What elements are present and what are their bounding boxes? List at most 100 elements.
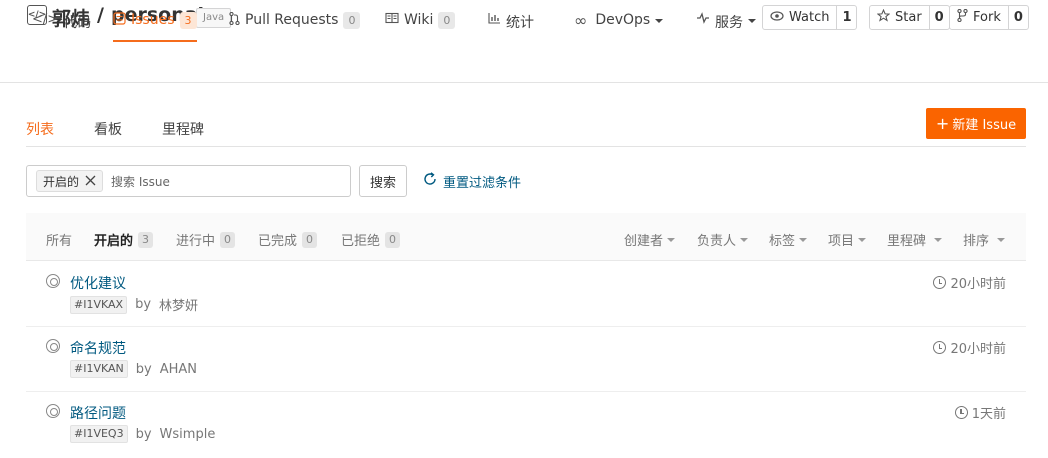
- issue-row[interactable]: 路径问题 #I1VEQ3 by Wsimple 1天前: [26, 392, 1026, 457]
- filter-chip-open[interactable]: 开启的: [36, 170, 104, 192]
- issue-search-box[interactable]: 开启的 搜索 Issue: [26, 165, 351, 197]
- tab-services[interactable]: 服务: [696, 12, 756, 42]
- filter-tab-all[interactable]: 所有: [46, 230, 72, 249]
- tab-statistics[interactable]: 统计: [488, 12, 534, 42]
- reset-filters-label: 重置过滤条件: [443, 175, 522, 191]
- tab-pull-requests[interactable]: Pull Requests 0: [229, 11, 361, 42]
- fork-label: Fork: [973, 10, 1001, 25]
- filter-project-dropdown[interactable]: 项目: [828, 230, 867, 249]
- close-icon[interactable]: [85, 174, 96, 189]
- tab-issues[interactable]: Issues 3: [113, 12, 197, 42]
- chevron-down-icon: [748, 19, 756, 23]
- watch-count[interactable]: 1: [836, 6, 856, 29]
- tab-issues-label: Issues: [131, 12, 175, 28]
- filter-creator-label: 创建者: [624, 234, 664, 249]
- reset-filters-link[interactable]: 重置过滤条件: [422, 171, 521, 191]
- issue-ident[interactable]: #I1VEQ3: [70, 425, 128, 443]
- filter-tab-completed-count: 0: [302, 231, 318, 248]
- issue-open-icon: [46, 404, 60, 418]
- tab-services-label: 服务: [715, 15, 743, 31]
- issue-meta: #I1VEQ3 by Wsimple: [70, 425, 215, 443]
- issue-author[interactable]: Wsimple: [160, 427, 216, 442]
- issue-title[interactable]: 优化建议: [70, 273, 126, 293]
- issue-icon: [113, 12, 126, 29]
- tab-pull-requests-label: Pull Requests: [245, 12, 339, 28]
- issue-row[interactable]: 命名规范 #I1VKAN by AHAN 20小时前: [26, 327, 1026, 392]
- filter-milestone-dropdown[interactable]: 里程碑: [887, 230, 943, 249]
- issue-by: by: [135, 297, 152, 312]
- filter-label-label: 标签: [769, 234, 796, 249]
- repo-tab-bar: [0, 41, 1048, 83]
- star-button[interactable]: Star 0: [869, 5, 950, 30]
- filter-tab-completed[interactable]: 已完成 0: [258, 230, 318, 249]
- chevron-down-icon: [934, 237, 943, 242]
- tab-devops[interactable]: ∞ DevOps: [574, 11, 664, 42]
- subnav-divider: [26, 146, 1026, 147]
- issue-open-icon: [46, 339, 60, 353]
- chevron-down-icon: [997, 237, 1006, 242]
- code-icon: </>: [32, 12, 59, 27]
- filter-tab-all-label: 所有: [46, 234, 73, 249]
- tab-code[interactable]: </> 代码: [32, 12, 91, 42]
- issue-time: 20小时前: [933, 338, 1006, 357]
- tab-pull-requests-count: 0: [343, 12, 361, 29]
- chevron-down-icon: [740, 237, 749, 242]
- pull-request-icon: [229, 11, 240, 29]
- repo-separator: /: [97, 4, 104, 26]
- tab-code-label: 代码: [63, 15, 92, 31]
- filter-tab-in-progress[interactable]: 进行中 0: [176, 230, 236, 249]
- subnav-list[interactable]: 列表: [26, 119, 54, 139]
- filter-project-label: 项目: [828, 234, 855, 249]
- tab-statistics-label: 统计: [506, 15, 534, 31]
- tab-wiki-count: 0: [438, 12, 456, 29]
- clock-icon: [933, 341, 947, 354]
- filter-tab-rejected[interactable]: 已拒绝 0: [341, 230, 401, 249]
- chevron-down-icon: [858, 237, 867, 242]
- fork-count[interactable]: 0: [1007, 6, 1028, 29]
- fork-button[interactable]: Fork 0: [949, 5, 1029, 30]
- infinity-icon: ∞: [574, 11, 588, 30]
- issue-ident[interactable]: #I1VKAN: [70, 360, 128, 378]
- issue-time-label: 20小时前: [950, 342, 1006, 357]
- filter-assignee-label: 负责人: [697, 234, 737, 249]
- filter-tab-open[interactable]: 开启的 3: [94, 230, 154, 249]
- new-issue-button[interactable]: + 新建 Issue: [926, 108, 1026, 139]
- chevron-down-icon: [799, 237, 808, 242]
- filter-tab-rejected-count: 0: [385, 231, 401, 248]
- filter-creator-dropdown[interactable]: 创建者: [624, 230, 676, 249]
- clock-icon: [933, 276, 947, 289]
- subnav-board[interactable]: 看板: [94, 119, 122, 139]
- chevron-down-icon: [667, 237, 676, 242]
- search-button[interactable]: 搜索: [359, 165, 407, 197]
- subnav-milestone[interactable]: 里程碑: [162, 119, 204, 139]
- filter-label-dropdown[interactable]: 标签: [769, 230, 808, 249]
- issue-title[interactable]: 路径问题: [70, 403, 126, 423]
- issue-time-label: 1天前: [971, 407, 1006, 422]
- issue-row[interactable]: 优化建议 #I1VKAX by 林梦妍 20小时前: [26, 262, 1026, 327]
- tab-wiki-label: Wiki: [404, 12, 434, 28]
- star-count[interactable]: 0: [928, 6, 949, 29]
- filter-tab-rejected-label: 已拒绝: [341, 234, 381, 249]
- tab-wiki[interactable]: Wiki 0: [385, 12, 456, 42]
- fork-icon: [957, 8, 968, 26]
- filter-tab-open-label: 开启的: [94, 234, 134, 249]
- plus-icon: +: [935, 113, 950, 133]
- pulse-icon: [696, 12, 710, 28]
- issue-author[interactable]: AHAN: [160, 362, 197, 377]
- issue-ident[interactable]: #I1VKAX: [70, 295, 128, 314]
- filter-assignee-dropdown[interactable]: 负责人: [697, 230, 749, 249]
- issue-meta: #I1VKAX by 林梦妍: [70, 295, 198, 314]
- issue-by: by: [135, 426, 152, 442]
- book-icon: [385, 12, 399, 28]
- filter-tab-open-count: 3: [138, 231, 154, 248]
- new-issue-label: 新建 Issue: [952, 118, 1017, 133]
- issue-by: by: [135, 361, 152, 377]
- issue-title[interactable]: 命名规范: [70, 338, 126, 358]
- eye-icon: [770, 10, 784, 25]
- search-input[interactable]: 搜索 Issue: [111, 173, 170, 190]
- filter-tab-in-progress-count: 0: [220, 231, 236, 248]
- watch-button[interactable]: Watch 1: [762, 5, 858, 30]
- issue-author[interactable]: 林梦妍: [159, 295, 198, 314]
- sort-dropdown[interactable]: 排序: [963, 230, 1006, 249]
- bar-chart-icon: [488, 12, 501, 28]
